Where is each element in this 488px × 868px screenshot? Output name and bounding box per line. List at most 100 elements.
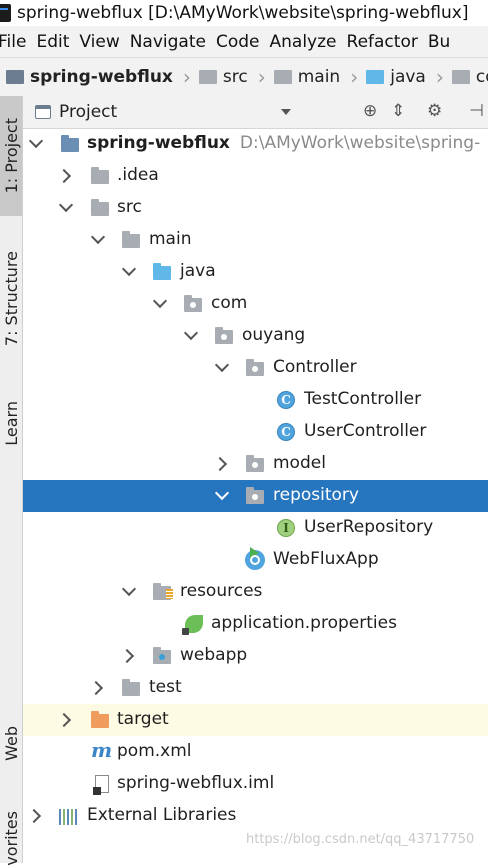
tree-item-java[interactable]: java [23,256,488,288]
chevron-down-icon[interactable] [90,229,106,245]
menu-edit[interactable]: Edit [32,32,79,52]
tree-item-project-root[interactable]: spring-webflux D:\AMyWork\website\spring- [23,128,488,160]
tree-item-webfluxapp[interactable]: WebFluxApp [23,544,488,576]
chevron-down-icon[interactable] [28,133,44,149]
breadcrumb-item-com[interactable]: co [451,67,488,87]
chevron-down-icon[interactable] [152,293,168,309]
chevron-right-icon[interactable] [56,712,72,728]
window-title: spring-webflux [D:\AMyWork\website\sprin… [17,3,469,23]
chevron-down-icon[interactable] [214,357,230,373]
menu-analyze[interactable]: Analyze [266,32,347,52]
resources-folder-icon [153,583,173,600]
tree-item-external-libraries[interactable]: External Libraries [23,800,488,832]
tree-item-label: spring-webflux D:\AMyWork\website\spring- [87,133,481,153]
tree-item-label: src [117,197,142,217]
title-bar: spring-webflux [D:\AMyWork\website\sprin… [0,0,488,26]
tab-structure[interactable]: 7: Structure [0,244,22,354]
tree-item-ouyang[interactable]: ouyang [23,320,488,352]
tab-learn-label: Learn [1,400,21,446]
project-folder-icon [61,135,79,152]
tab-web-label: Web [1,725,21,761]
tab-favorites[interactable]: vorites [0,808,22,868]
tab-project[interactable]: 1: Project [0,96,22,216]
intellij-app-icon [0,4,11,22]
tree-item-repository[interactable]: repository [23,480,488,512]
iml-file-icon [93,775,109,795]
breadcrumb-item-main[interactable]: main › [273,65,366,89]
chevron-down-icon[interactable] [121,261,137,277]
breadcrumb-item-project[interactable]: spring-webflux › [6,65,199,89]
breadcrumb: spring-webflux › src › main › java › co [0,57,488,97]
tree-item-webapp[interactable]: webapp [23,640,488,672]
package-icon [246,455,264,472]
tool-window-stripe: 1: Project 7: Structure Learn Web vorite… [0,96,23,865]
chevron-right-icon: › [435,65,444,89]
tree-item-userrepository[interactable]: I UserRepository [23,512,488,544]
folder-icon [91,199,109,216]
chevron-right-icon: › [350,65,359,89]
chevron-down-icon[interactable] [214,485,230,501]
excluded-folder-icon [91,711,109,728]
project-panel-header: Project ⊕ ⇕ ⚙ ⊣ [23,96,488,129]
breadcrumb-label: main [297,67,341,87]
chevron-down-icon[interactable] [183,325,199,341]
gear-icon[interactable]: ⚙ [427,103,442,120]
web-folder-icon [153,647,171,664]
tree-item-label: main [149,229,192,249]
tree-item-label: java [180,261,216,281]
chevron-right-icon[interactable] [56,168,72,184]
menu-refactor[interactable]: Refactor [343,32,428,52]
package-icon [246,359,264,376]
tree-item-main[interactable]: main [23,224,488,256]
hide-panel-icon[interactable]: ⊣ [469,103,484,120]
tree-item-label: webapp [180,645,248,665]
tree-item-test[interactable]: test [23,672,488,704]
locate-icon[interactable]: ⊕ [363,103,377,120]
tree-item-resources[interactable]: resources [23,576,488,608]
tree-item-pom[interactable]: m pom.xml [23,736,488,768]
chevron-right-icon[interactable] [212,456,228,472]
tree-item-target[interactable]: target [23,704,488,736]
tree-item-label: .idea [117,165,159,185]
menu-file[interactable]: File [0,32,36,52]
menu-view[interactable]: View [75,32,129,52]
tab-web[interactable]: Web [0,708,22,778]
chevron-right-icon[interactable] [26,808,42,824]
tree-item-iml[interactable]: spring-webflux.iml [23,768,488,800]
tree-item-label: model [273,453,326,473]
tree-item-label: UserController [304,421,427,441]
menu-build[interactable]: Bu [424,32,460,52]
tree-item-label: Controller [273,357,357,377]
folder-icon [122,231,140,248]
spring-boot-app-icon [245,547,265,570]
tree-item-label: test [149,677,182,697]
breadcrumb-item-java[interactable]: java › [366,65,452,89]
tree-item-testcontroller[interactable]: C TestController [23,384,488,416]
tree-item-usercontroller[interactable]: C UserController [23,416,488,448]
folder-icon [198,70,217,84]
chevron-down-icon[interactable] [121,581,137,597]
menu-navigate[interactable]: Navigate [126,32,216,52]
tree-item-src[interactable]: src [23,192,488,224]
tree-item-com[interactable]: com [23,288,488,320]
tab-learn[interactable]: Learn [0,388,22,458]
tree-item-application-properties[interactable]: application.properties [23,608,488,640]
menu-code[interactable]: Code [212,32,270,52]
tree-item-label: spring-webflux.iml [117,773,275,793]
tab-structure-label: 7: Structure [1,251,21,347]
chevron-down-icon[interactable] [281,109,291,115]
chevron-right-icon: › [182,65,191,89]
tree-item-idea[interactable]: .idea [23,160,488,192]
collapse-all-icon[interactable]: ⇕ [391,103,405,120]
tree-item-model[interactable]: model [23,448,488,480]
chevron-right-icon[interactable] [88,680,104,696]
tab-project-label: 1: Project [1,118,21,194]
tree-item-label: UserRepository [304,517,434,537]
breadcrumb-label: src [222,67,248,87]
chevron-down-icon[interactable] [58,197,74,213]
tree-item-controller[interactable]: Controller [23,352,488,384]
breadcrumb-item-src[interactable]: src › [198,65,274,89]
project-view-selector[interactable]: Project [59,102,117,122]
source-folder-icon [366,70,385,84]
chevron-right-icon[interactable] [119,648,135,664]
